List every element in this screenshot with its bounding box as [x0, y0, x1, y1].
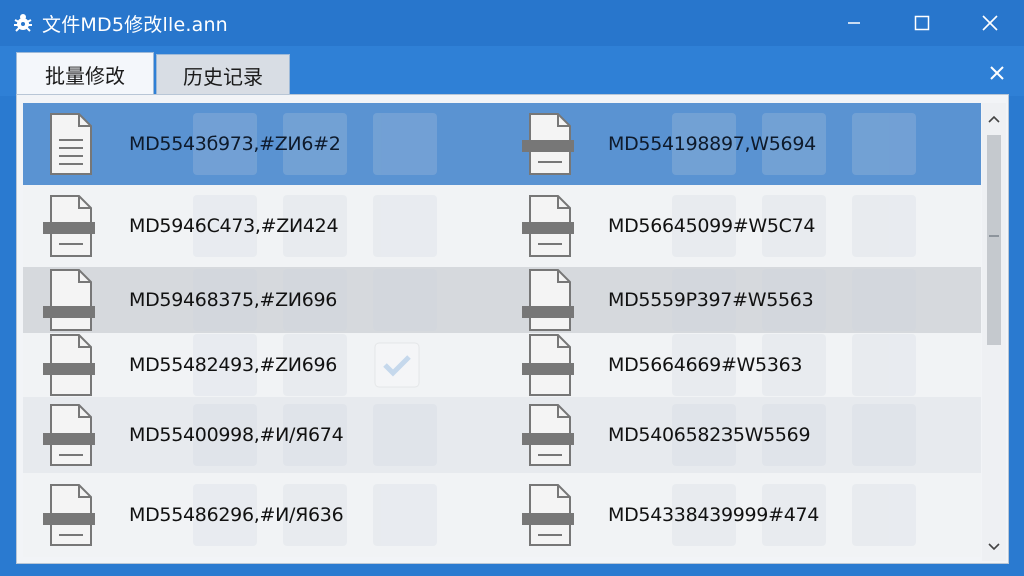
file-md5-label: MD55486296,#И/Я636	[129, 504, 344, 526]
window-title: 文件MD5修改lle.ann	[42, 13, 228, 36]
close-icon	[990, 66, 1004, 80]
table-row[interactable]: MD5946C473,#ZИ424 MD56645099#W5C74	[23, 185, 981, 267]
minimize-button[interactable]	[820, 0, 888, 46]
document-icon	[43, 484, 95, 546]
file-cell[interactable]: MD5559Р397#W5563	[502, 267, 981, 333]
tab-batch-modify[interactable]: 批量修改	[16, 52, 154, 96]
maximize-button[interactable]	[888, 0, 956, 46]
maximize-icon	[914, 15, 930, 31]
file-grid: MD5543б973,#ZИ6#2 MD554198897,W5694 MD59…	[23, 103, 981, 563]
table-row[interactable]: MD55486296,#И/Я636 MD54338439999#474	[23, 473, 981, 557]
file-md5-label: MD5543б973,#ZИ6#2	[129, 133, 341, 155]
file-md5-label: MD56645099#W5C74	[608, 215, 816, 237]
document-icon	[522, 269, 574, 331]
file-cell[interactable]: MD55482493,#ZИ696	[23, 333, 502, 397]
file-cell[interactable]: MD554198897,W5694	[502, 103, 981, 185]
document-icon	[43, 334, 95, 396]
file-cell[interactable]: MD5406582З5W5569	[502, 397, 981, 473]
scroll-up-button[interactable]	[982, 107, 1006, 131]
tab-label: 历史记录	[183, 65, 263, 89]
table-row[interactable]: MD5543б973,#ZИ6#2 MD554198897,W5694	[23, 103, 981, 185]
file-cell[interactable]: MD5946C473,#ZИ424	[23, 185, 502, 267]
chevron-up-icon	[988, 115, 1000, 123]
file-cell[interactable]: MD55400998,#И/Я674	[23, 397, 502, 473]
file-cell[interactable]: MD54338439999#474	[502, 473, 981, 557]
document-icon	[43, 269, 95, 331]
title-bar[interactable]: 文件MD5修改lle.ann	[0, 0, 1024, 46]
tab-label: 批量修改	[45, 64, 125, 88]
file-cell[interactable]: MD5543б973,#ZИ6#2	[23, 103, 502, 185]
scroll-down-button[interactable]	[982, 535, 1006, 559]
app-window: 文件MD5修改lle.ann 批量修改 历史记录 MD5543б973,#ZИ6…	[0, 0, 1024, 576]
tab-history[interactable]: 历史记录	[156, 54, 290, 96]
file-md5-label: MD554198897,W5694	[608, 133, 816, 155]
file-cell[interactable]: MD55486296,#И/Я636	[23, 473, 502, 557]
file-md5-label: MD5559Р397#W5563	[608, 289, 814, 311]
document-icon	[43, 404, 95, 466]
document-icon	[522, 404, 574, 466]
app-bug-icon	[10, 10, 36, 36]
table-row[interactable]: MD55400998,#И/Я674 MD5406582З5W5569	[23, 397, 981, 473]
document-icon	[522, 195, 574, 257]
table-row[interactable]: MD59468375,#ZИ696 MD5559Р397#W5563	[23, 267, 981, 333]
file-md5-label: MD5946C473,#ZИ424	[129, 215, 339, 237]
document-icon	[50, 113, 92, 175]
file-cell[interactable]: MD59468375,#ZИ696	[23, 267, 502, 333]
vertical-scrollbar[interactable]	[982, 103, 1006, 561]
document-icon	[43, 195, 95, 257]
document-icon	[522, 334, 574, 396]
checkmark-icon	[374, 342, 420, 388]
file-md5-label: MD5406582З5W5569	[608, 424, 811, 446]
chevron-down-icon	[988, 543, 1000, 551]
file-cell[interactable]: MD56645099#W5C74	[502, 185, 981, 267]
file-list-panel: MD5543б973,#ZИ6#2 MD554198897,W5694 MD59…	[16, 94, 1009, 564]
table-row[interactable]: MD55482493,#ZИ696 MD5664669#W5363	[23, 333, 981, 397]
file-md5-label: MD55482493,#ZИ696	[129, 354, 338, 376]
close-icon	[982, 15, 998, 31]
scroll-thumb[interactable]	[987, 135, 1001, 345]
tab-strip: 批量修改 历史记录	[0, 46, 1024, 96]
file-md5-label: MD59468375,#ZИ696	[129, 289, 338, 311]
file-md5-label: MD54338439999#474	[608, 504, 820, 526]
minimize-icon	[848, 22, 860, 24]
file-md5-label: MD55400998,#И/Я674	[129, 424, 344, 446]
file-cell[interactable]: MD5664669#W5363	[502, 333, 981, 397]
document-icon	[522, 484, 574, 546]
document-icon	[522, 113, 574, 175]
close-panel-button[interactable]	[984, 60, 1010, 86]
window-controls	[820, 0, 1024, 46]
close-window-button[interactable]	[956, 0, 1024, 46]
scroll-marker	[989, 235, 999, 237]
file-md5-label: MD5664669#W5363	[608, 354, 803, 376]
